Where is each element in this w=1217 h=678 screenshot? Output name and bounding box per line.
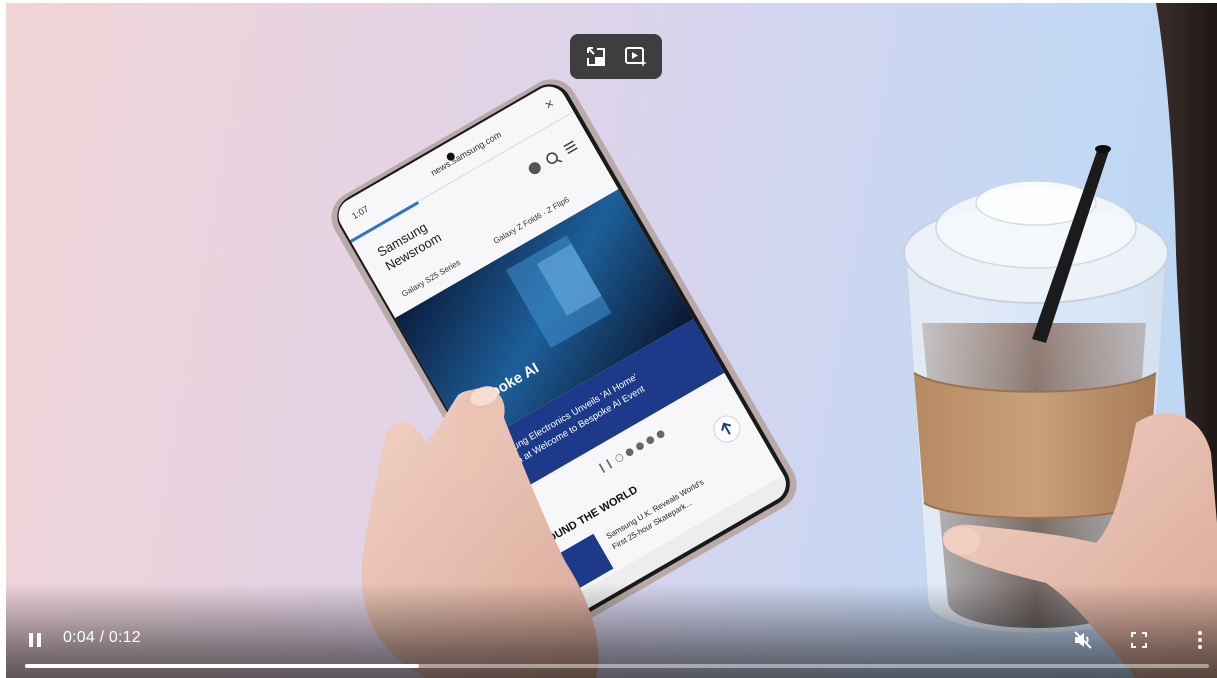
current-time: 0:04: [63, 629, 95, 646]
top-overlay-toolbar: [570, 34, 662, 79]
pause-button[interactable]: [24, 628, 46, 652]
picture-in-picture-icon[interactable]: [581, 42, 611, 72]
video-frame: 1:07 news.samsung.com ✕ Samsung Newsroom…: [331, 3, 1217, 678]
fullscreen-button[interactable]: [1126, 627, 1152, 653]
time-display: 0:04 / 0:12: [63, 629, 141, 647]
progress-fill: [25, 664, 420, 668]
fullscreen-icon: [1131, 632, 1147, 648]
more-options-button[interactable]: [1187, 627, 1213, 653]
progress-bar[interactable]: [25, 664, 1209, 668]
control-bar: 0:04 / 0:12: [6, 620, 1217, 660]
video-player[interactable]: 1:07 news.samsung.com ✕ Samsung Newsroom…: [6, 3, 1217, 678]
time-separator: /: [99, 629, 105, 646]
pause-icon: [29, 633, 41, 647]
duration: 0:12: [108, 629, 141, 646]
ai-video-icon[interactable]: [621, 42, 651, 72]
mute-button[interactable]: [1070, 627, 1096, 653]
volume-muted-icon: [1074, 631, 1092, 649]
more-vertical-icon: [1198, 631, 1202, 649]
